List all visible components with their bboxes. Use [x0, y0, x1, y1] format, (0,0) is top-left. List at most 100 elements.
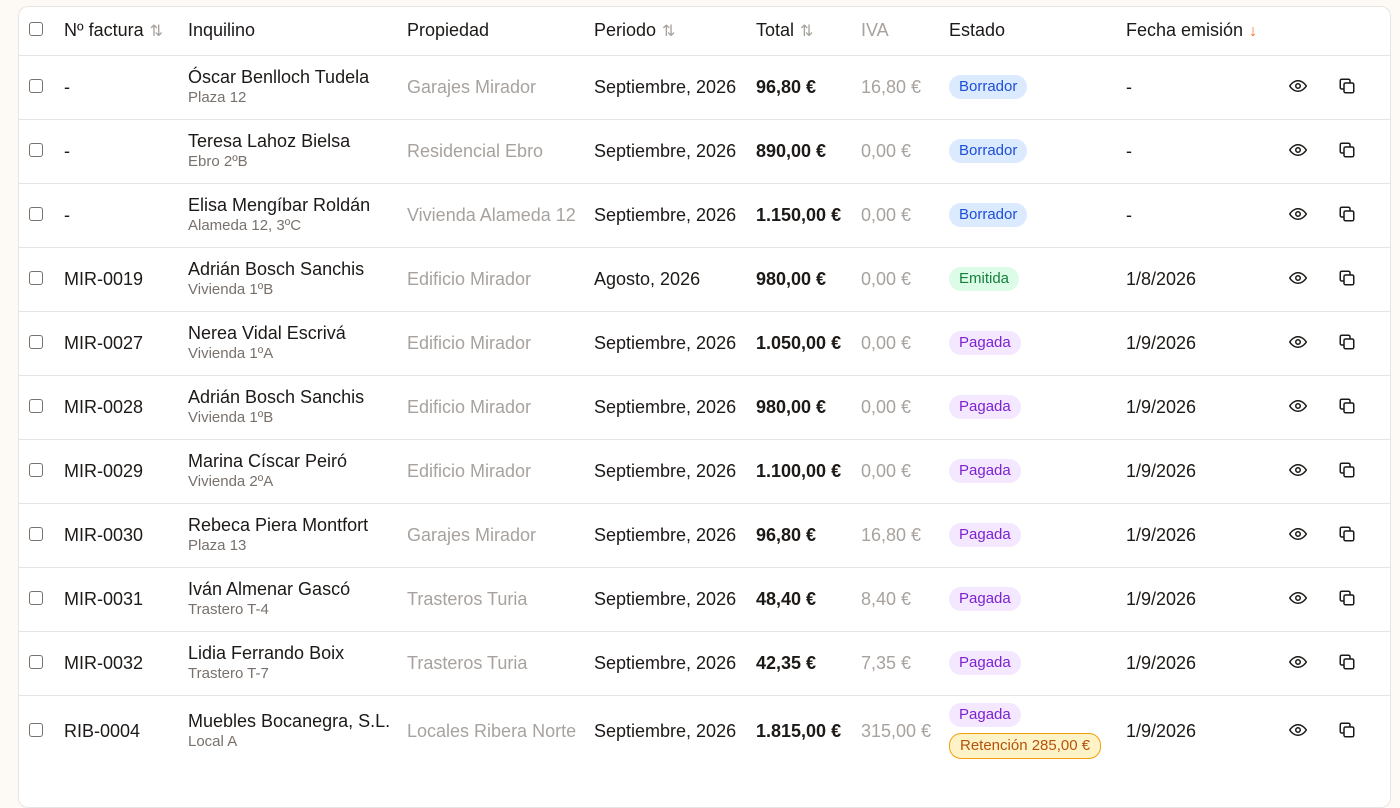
row-checkbox[interactable] [29, 398, 43, 413]
invoice-number: MIR-0032 [64, 652, 144, 673]
issue-date: 1/9/2026 [1126, 652, 1197, 673]
row-checkbox[interactable] [29, 462, 43, 477]
table-row[interactable]: MIR-0029 Marina Císcar Peiró Vivienda 2ºA E… [19, 439, 1390, 503]
row-select-cell [19, 311, 64, 375]
table-row[interactable]: - Teresa Lahoz Bielsa Ebro 2ºB Residencial … [19, 119, 1390, 183]
total-amount: 980,00 € [756, 268, 827, 289]
col-issue-date-label: Fecha emisión [1126, 20, 1244, 41]
table-row[interactable]: - Elisa Mengíbar Roldán Alameda 12, 3ºC Viv… [19, 183, 1390, 247]
copy-icon[interactable] [1335, 718, 1359, 742]
row-select-cell [19, 247, 64, 311]
vat-amount: 0,00 € [861, 268, 912, 289]
col-view-action [1286, 7, 1335, 55]
copy-icon[interactable] [1335, 138, 1359, 162]
eye-icon[interactable] [1286, 650, 1310, 674]
table-row[interactable]: MIR-0031 Iván Almenar Gascó Trastero T-4 Tr… [19, 567, 1390, 631]
total-amount: 1.050,00 € [756, 332, 842, 353]
status-badge: Pagada [949, 331, 1021, 355]
copy-icon[interactable] [1335, 266, 1359, 290]
property-name: Trasteros Turia [407, 588, 528, 609]
copy-icon[interactable] [1335, 202, 1359, 226]
copy-icon[interactable] [1335, 458, 1359, 482]
tenant-name: Adrián Bosch Sanchis [188, 259, 365, 279]
table-row[interactable]: MIR-0019 Adrián Bosch Sanchis Vivienda 1ºB… [19, 247, 1390, 311]
sort-icon[interactable]: ⇅ [800, 23, 813, 40]
invoice-number: - [64, 140, 70, 161]
copy-icon[interactable] [1335, 586, 1359, 610]
invoice-number: - [64, 204, 70, 225]
row-checkbox[interactable] [29, 722, 43, 737]
invoices-table: Nº factura ⇅ Inquilino Propiedad Periodo ⇅… [19, 7, 1390, 767]
row-select-cell [19, 695, 64, 767]
table-row[interactable]: MIR-0030 Rebeca Piera Montfort Plaza 13 Gar… [19, 503, 1390, 567]
sort-desc-icon[interactable]: ↓ [1249, 23, 1257, 40]
status-badge: Emitida [949, 267, 1020, 291]
view-cell [1286, 311, 1335, 375]
eye-icon[interactable] [1286, 586, 1310, 610]
copy-cell [1335, 695, 1390, 767]
table-row[interactable]: - Óscar Benlloch Tudela Plaza 12 Garajes Mi… [19, 55, 1390, 119]
vat-amount: 0,00 € [861, 332, 912, 353]
period: Septiembre, 2026 [594, 524, 737, 545]
table-row[interactable]: MIR-0027 Nerea Vidal Escrivá Vivienda 1ºA E… [19, 311, 1390, 375]
col-total[interactable]: Total ⇅ [756, 7, 861, 55]
tenant-unit: Trastero T-4 [188, 601, 269, 618]
tenant-unit: Vivienda 1ºB [188, 281, 274, 298]
row-checkbox[interactable] [29, 590, 43, 605]
tenant-name: Muebles Bocanegra, S.L. [188, 711, 391, 732]
eye-icon[interactable] [1286, 138, 1310, 162]
property-name: Vivienda Alameda 12 [407, 204, 576, 225]
view-cell [1286, 183, 1335, 247]
row-checkbox[interactable] [29, 526, 43, 541]
period: Septiembre, 2026 [594, 140, 737, 161]
eye-icon[interactable] [1286, 522, 1310, 546]
copy-cell [1335, 55, 1390, 119]
row-checkbox[interactable] [29, 142, 43, 157]
copy-icon[interactable] [1335, 394, 1359, 418]
col-invoice-no[interactable]: Nº factura ⇅ [64, 7, 188, 55]
vat-amount: 315,00 € [861, 720, 932, 741]
sort-icon[interactable]: ⇅ [150, 23, 163, 40]
eye-icon[interactable] [1286, 718, 1310, 742]
sort-icon[interactable]: ⇅ [662, 23, 675, 40]
issue-date: 1/9/2026 [1126, 332, 1197, 353]
total-amount: 1.150,00 € [756, 204, 842, 225]
vat-amount: 0,00 € [861, 204, 912, 225]
eye-icon[interactable] [1286, 458, 1310, 482]
row-checkbox[interactable] [29, 78, 43, 93]
table-row[interactable]: MIR-0028 Adrián Bosch Sanchis Vivienda 1ºB… [19, 375, 1390, 439]
eye-icon[interactable] [1286, 330, 1310, 354]
copy-icon[interactable] [1335, 330, 1359, 354]
issue-date: 1/8/2026 [1126, 268, 1197, 289]
col-period[interactable]: Periodo ⇅ [594, 7, 756, 55]
eye-icon[interactable] [1286, 202, 1310, 226]
table-row[interactable]: MIR-0032 Lidia Ferrando Boix Trastero T-7 T… [19, 631, 1390, 695]
tenant-name: Elisa Mengíbar Roldán [188, 195, 371, 215]
tenant-cell: Teresa Lahoz Bielsa Ebro 2ºB [188, 119, 407, 183]
eye-icon[interactable] [1286, 74, 1310, 98]
view-cell [1286, 631, 1335, 695]
select-all-checkbox[interactable] [29, 22, 43, 37]
copy-icon[interactable] [1335, 74, 1359, 98]
status-badge: Pagada [949, 523, 1021, 547]
period: Septiembre, 2026 [594, 76, 737, 97]
tenant-cell: Rebeca Piera Montfort Plaza 13 [188, 503, 407, 567]
copy-icon[interactable] [1335, 650, 1359, 674]
tenant-unit: Local A [188, 733, 238, 751]
eye-icon[interactable] [1286, 266, 1310, 290]
issue-date: 1/9/2026 [1126, 588, 1197, 609]
status-badge: Pagada [949, 587, 1021, 611]
table-row[interactable]: RIB-0004 Muebles Bocanegra, S.L. Local A Lo… [19, 695, 1390, 767]
row-checkbox[interactable] [29, 270, 43, 285]
property-name: Edificio Mirador [407, 460, 532, 481]
row-select-cell [19, 375, 64, 439]
row-checkbox[interactable] [29, 654, 43, 669]
eye-icon[interactable] [1286, 394, 1310, 418]
tenant-unit: Vivienda 2ºA [188, 473, 274, 490]
col-invoice-no-label: Nº factura [64, 20, 144, 41]
copy-icon[interactable] [1335, 522, 1359, 546]
row-checkbox[interactable] [29, 206, 43, 221]
col-issue-date[interactable]: Fecha emisión ↓ [1126, 7, 1286, 55]
invoice-number: MIR-0019 [64, 268, 144, 289]
row-checkbox[interactable] [29, 334, 43, 349]
